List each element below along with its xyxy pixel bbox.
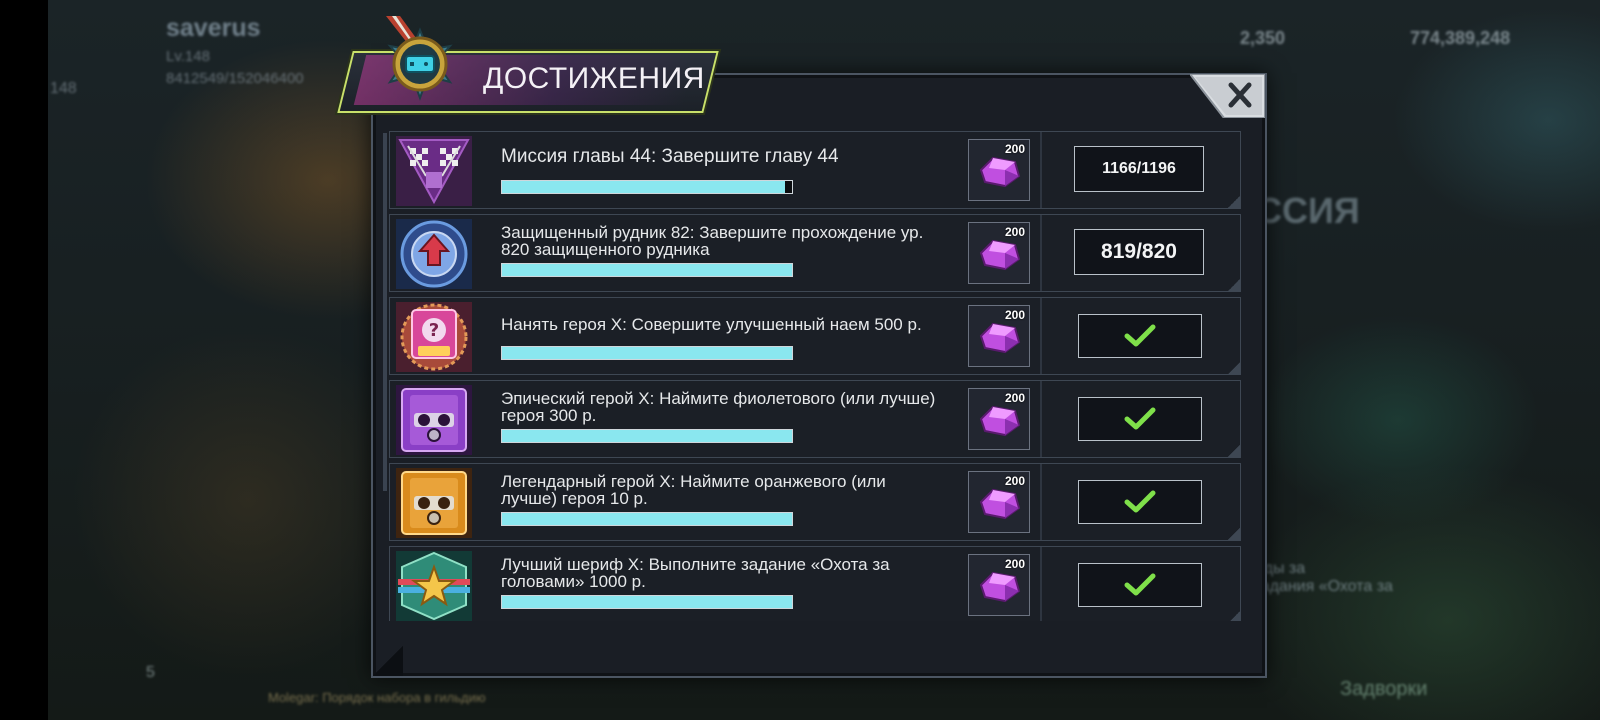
reward-slot[interactable]: 200 — [968, 305, 1030, 367]
progress-fill — [502, 264, 792, 276]
row-corner — [1228, 279, 1240, 291]
achievement-row[interactable]: Миссия главы 44: Завершите главу 44 200 … — [389, 131, 1241, 209]
progress-fill — [502, 430, 792, 442]
achievement-row[interactable]: Защищенный рудник 82: Завершите прохожде… — [389, 214, 1241, 292]
progress-bar — [501, 263, 793, 277]
reward-slot[interactable]: 200 — [968, 388, 1030, 450]
completed-status — [1078, 563, 1202, 607]
row-corner — [1228, 445, 1240, 457]
completed-status — [1078, 480, 1202, 524]
currency-2: 774,389,248 — [1410, 28, 1511, 48]
checkered-flags-icon — [396, 136, 472, 206]
achievement-list[interactable]: Миссия главы 44: Завершите главу 44 200 … — [383, 131, 1245, 621]
completed-status — [1078, 397, 1202, 441]
progress-counter: 1166/1196 — [1074, 146, 1204, 192]
checkmark-icon — [1124, 490, 1156, 513]
checkmark-icon — [1124, 573, 1156, 596]
purple-gasmask-icon — [396, 385, 472, 455]
mystery-badge-icon: ? — [396, 302, 472, 372]
row-divider — [1040, 464, 1042, 540]
reward-slot[interactable]: 200 — [968, 139, 1030, 201]
achievement-description: Нанять героя X: Совершите улучшенный нае… — [501, 315, 922, 334]
dialog-title: ДОСТИЖЕНИЯ — [483, 62, 705, 95]
player-level: Lv.148 — [166, 48, 210, 65]
orange-gasmask-icon — [396, 468, 472, 538]
row-divider — [1040, 381, 1042, 457]
row-corner — [1228, 196, 1240, 208]
reward-amount: 200 — [1004, 557, 1025, 571]
achievement-description: Легендарный герой X: Наймите оранжевого … — [501, 472, 886, 508]
row-divider — [1040, 215, 1042, 291]
achievement-row[interactable]: Легендарный герой X: Наймите оранжевого … — [389, 463, 1241, 541]
progress-fill — [502, 347, 792, 359]
right-panel-title: ССИЯ — [1256, 190, 1360, 231]
player-xp: 8412549/152046400 — [166, 70, 304, 87]
bottom-tab: Задворки — [1340, 678, 1428, 700]
completed-status — [1078, 314, 1202, 358]
social-count: 5 — [146, 664, 155, 681]
progress-fill — [502, 596, 792, 608]
achievement-description: Защищенный рудник 82: Завершите прохожде… — [501, 223, 924, 259]
shield-mine-icon — [396, 219, 472, 289]
achievement-row[interactable]: ? Нанять героя X: Совершите улучшенный н… — [389, 297, 1241, 375]
reward-amount: 200 — [1004, 225, 1025, 239]
achievement-description: Эпический герой X: Наймите фиолетового (… — [501, 389, 936, 425]
svg-text:?: ? — [429, 320, 439, 341]
reward-slot[interactable]: 200 — [968, 554, 1030, 616]
row-corner — [1228, 528, 1240, 540]
reward-amount: 200 — [1004, 308, 1025, 322]
player-name: saverus — [166, 14, 261, 42]
row-corner — [1228, 611, 1240, 621]
achievement-row[interactable]: Лучший шериф X: Выполните задание «Охота… — [389, 546, 1241, 621]
reward-amount: 200 — [1004, 474, 1025, 488]
row-divider — [1040, 547, 1042, 621]
level-badge: 148 — [50, 80, 77, 97]
reward-amount: 200 — [1004, 142, 1025, 156]
progress-fill — [502, 181, 785, 193]
progress-counter: 819/820 — [1074, 229, 1204, 275]
left-letterbox — [0, 0, 48, 720]
progress-bar — [501, 595, 793, 609]
currency-1: 2,350 — [1240, 28, 1286, 48]
close-button[interactable] — [1190, 74, 1265, 118]
row-corner — [1228, 362, 1240, 374]
progress-bar — [501, 346, 793, 360]
achievement-row[interactable]: Эпический герой X: Наймите фиолетового (… — [389, 380, 1241, 458]
checkmark-icon — [1124, 324, 1156, 347]
reward-slot[interactable]: 200 — [968, 222, 1030, 284]
progress-bar — [501, 180, 793, 194]
achievement-description: Лучший шериф X: Выполните задание «Охота… — [501, 555, 890, 591]
progress-fill — [502, 513, 792, 525]
reward-slot[interactable]: 200 — [968, 471, 1030, 533]
sheriff-star-icon — [396, 551, 472, 621]
checkmark-icon — [1124, 407, 1156, 430]
row-divider — [1040, 298, 1042, 374]
row-divider — [1040, 132, 1042, 208]
chat-preview: Molegar: Порядок набора в гильдию — [268, 690, 486, 705]
achievement-description: Миссия главы 44: Завершите главу 44 — [501, 146, 839, 167]
progress-bar — [501, 429, 793, 443]
achievement-medal-icon — [386, 16, 453, 101]
reward-amount: 200 — [1004, 391, 1025, 405]
progress-bar — [501, 512, 793, 526]
